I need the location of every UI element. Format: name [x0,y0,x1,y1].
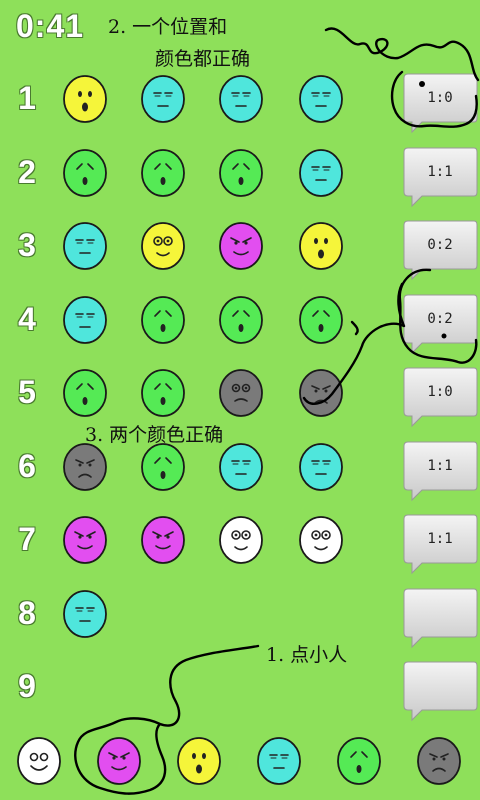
row-number: 2 [18,153,36,190]
cyan-peg-body [219,75,263,123]
palette-green-button[interactable] [336,736,382,786]
white-peg-body [17,737,61,785]
gray-peg-body [219,369,263,417]
speech-bubble-icon [403,661,478,722]
peg-green-worried [219,295,263,344]
cyan-peg-body [63,295,107,344]
score-label: 1:1 [427,457,453,474]
score-label: 1:1 [427,163,453,180]
palette-yellow-button[interactable] [176,736,222,786]
palette-gray-button[interactable] [416,736,462,786]
peg-magenta-sly [141,516,185,564]
yellow-peg-body [141,222,185,270]
green-peg-body [299,295,343,344]
annotation-color: 3. 两个颜色正确 [85,424,224,446]
row-number: 9 [18,668,36,704]
white-peg-body [299,516,343,564]
peg-green-worried [141,295,185,344]
green-peg-body [219,295,263,344]
cyan-peg-body [63,222,107,270]
cyan-peg-body [257,737,301,785]
magenta-peg-body [219,222,263,270]
peg-cyan-sleepy [299,75,343,123]
yellow-peg-body [299,222,343,270]
speech-bubble-icon [403,588,478,648]
peg-green-worried [141,442,185,491]
row-number: 3 [18,227,36,263]
cyan-peg-body [299,148,343,197]
row-number: 5 [18,374,36,410]
gray-peg-body [63,442,107,491]
peg-yellow-goggle [141,222,185,270]
peg-green-worried [63,148,107,197]
yellow-peg-body [63,75,107,123]
peg-yellow-surprised [63,75,107,123]
peg-cyan-sleepy [63,222,107,270]
magenta-peg-body [97,737,141,785]
peg-yellow-surprised [299,222,343,270]
green-peg-body [141,369,185,417]
peg-green-worried [63,369,107,417]
row-number: 8 [18,594,36,631]
green-peg-body [219,148,263,197]
peg-cyan-sleepy [299,148,343,197]
gray-peg-body [417,737,461,785]
cyan-peg-body [299,442,343,491]
annotation-click: 1. 点小人 [266,644,348,666]
peg-green-worried [141,369,185,417]
peg-cyan-sleepy [219,75,263,123]
score-label: 0:2 [427,237,453,253]
green-peg-body [63,148,107,197]
peg-gray-dizzy [219,369,263,417]
cyan-peg-body [141,75,185,123]
green-peg-body [337,737,381,785]
magenta-peg-body [63,516,107,564]
row-number: 1 [18,80,36,116]
cyan-peg-body [219,442,263,491]
peg-green-worried [219,148,263,197]
score-label: 1:0 [427,384,453,400]
yellow-peg-body [177,737,221,785]
peg-cyan-sleepy [63,589,107,638]
annotation-position-line2: 颜色都正确 [155,48,251,70]
peg-cyan-sleepy [63,295,107,344]
peg-magenta-sly [63,516,107,564]
peg-gray-frown [63,442,107,491]
palette-magenta-button[interactable] [96,736,142,786]
row-number: 7 [18,521,36,557]
score-label: 1:0 [427,90,453,106]
game-board: 1 1:0 2 1:1 3 0:2 4 0:2 5 1:0 6 1:1 7 1:1 8 9 [0,0,480,800]
annotation-position-line1: 2. 一个位置和 [108,16,228,38]
green-peg-body [63,369,107,417]
peg-cyan-sleepy [219,442,263,491]
gray-peg-body [299,369,343,417]
peg-green-worried [141,148,185,197]
peg-green-worried [299,295,343,344]
white-peg-body [219,516,263,564]
green-peg-body [141,442,185,491]
cyan-peg-body [63,589,107,638]
green-peg-body [141,295,185,344]
peg-white-goggle [219,516,263,564]
palette-white-button[interactable] [16,736,62,786]
peg-cyan-sleepy [299,442,343,491]
palette-cyan-button[interactable] [256,736,302,786]
score-label: 0:2 [427,310,453,327]
cyan-peg-body [299,75,343,123]
green-peg-body [141,148,185,197]
peg-gray-frown [299,369,343,417]
timer: 0:41 [16,8,85,44]
score-label: 1:1 [427,531,453,547]
magenta-peg-body [141,516,185,564]
row-number: 4 [18,300,36,337]
peg-white-goggle [299,516,343,564]
row-number: 6 [18,447,36,484]
peg-cyan-sleepy [141,75,185,123]
peg-magenta-sly [219,222,263,270]
